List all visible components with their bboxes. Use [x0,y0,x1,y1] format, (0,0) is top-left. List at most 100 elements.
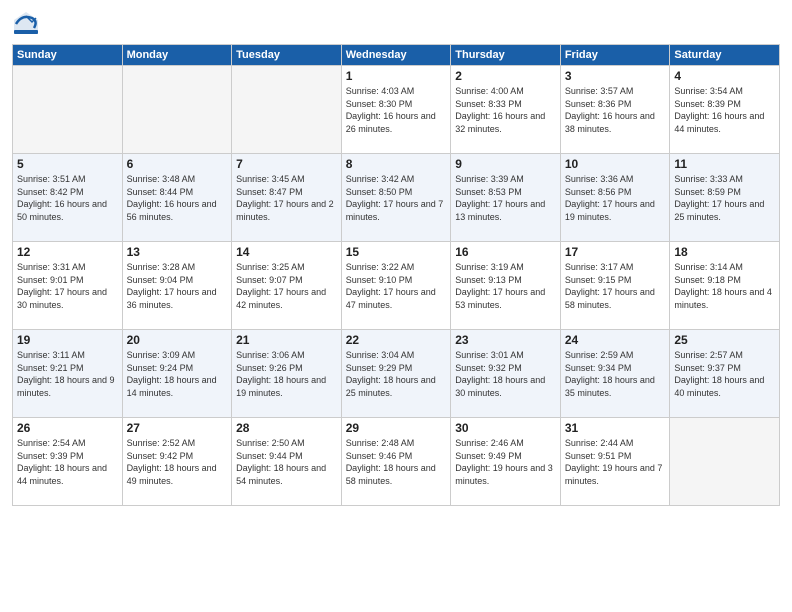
calendar-cell: 20 Sunrise: 3:09 AMSunset: 9:24 PMDayligh… [122,330,232,418]
calendar-cell: 26 Sunrise: 2:54 AMSunset: 9:39 PMDayligh… [13,418,123,506]
day-number: 3 [565,69,666,83]
weekday-header-tuesday: Tuesday [232,45,342,66]
calendar-week-row: 5Sunrise: 3:51 AMSunset: 8:42 PMDaylight… [13,154,780,242]
calendar-cell: 18 Sunrise: 3:14 AMSunset: 9:18 PMDayligh… [670,242,780,330]
calendar-week-row: 1 Sunrise: 4:03 AMSunset: 8:30 PMDaylight… [13,66,780,154]
day-number: 24 [565,333,666,347]
calendar-cell: 5Sunrise: 3:51 AMSunset: 8:42 PMDaylight… [13,154,123,242]
cell-content: Sunrise: 3:54 AMSunset: 8:39 PMDaylight:… [674,85,775,135]
calendar-cell: 2 Sunrise: 4:00 AMSunset: 8:33 PMDaylight… [451,66,561,154]
day-number: 12 [17,245,118,259]
weekday-header-saturday: Saturday [670,45,780,66]
day-number: 5 [17,157,118,171]
cell-content: Sunrise: 2:52 AMSunset: 9:42 PMDaylight:… [127,437,228,487]
weekday-header-monday: Monday [122,45,232,66]
cell-content: Sunrise: 3:14 AMSunset: 9:18 PMDaylight:… [674,261,775,311]
weekday-header-friday: Friday [560,45,670,66]
day-number: 27 [127,421,228,435]
day-number: 26 [17,421,118,435]
calendar-cell: 11Sunrise: 3:33 AMSunset: 8:59 PMDayligh… [670,154,780,242]
calendar-cell: 24 Sunrise: 2:59 AMSunset: 9:34 PMDayligh… [560,330,670,418]
calendar-cell: 23Sunrise: 3:01 AMSunset: 9:32 PMDayligh… [451,330,561,418]
calendar-cell: 19 Sunrise: 3:11 AMSunset: 9:21 PMDayligh… [13,330,123,418]
weekday-header-row: SundayMondayTuesdayWednesdayThursdayFrid… [13,45,780,66]
calendar-cell: 10 Sunrise: 3:36 AMSunset: 8:56 PMDayligh… [560,154,670,242]
day-number: 13 [127,245,228,259]
cell-content: Sunrise: 3:25 AMSunset: 9:07 PMDaylight:… [236,261,337,311]
cell-content: Sunrise: 3:48 AMSunset: 8:44 PMDaylight:… [127,173,228,223]
cell-content: Sunrise: 3:22 AMSunset: 9:10 PMDaylight:… [346,261,447,311]
day-number: 1 [346,69,447,83]
day-number: 20 [127,333,228,347]
weekday-header-wednesday: Wednesday [341,45,451,66]
calendar-cell: 7 Sunrise: 3:45 AMSunset: 8:47 PMDaylight… [232,154,342,242]
day-number: 29 [346,421,447,435]
calendar-cell: 30Sunrise: 2:46 AMSunset: 9:49 PMDayligh… [451,418,561,506]
cell-content: Sunrise: 3:04 AMSunset: 9:29 PMDaylight:… [346,349,447,399]
day-number: 17 [565,245,666,259]
calendar-cell: 9Sunrise: 3:39 AMSunset: 8:53 PMDaylight… [451,154,561,242]
cell-content: Sunrise: 4:03 AMSunset: 8:30 PMDaylight:… [346,85,447,135]
day-number: 18 [674,245,775,259]
calendar-cell [232,66,342,154]
calendar-cell: 8Sunrise: 3:42 AMSunset: 8:50 PMDaylight… [341,154,451,242]
day-number: 23 [455,333,556,347]
weekday-header-sunday: Sunday [13,45,123,66]
calendar-cell: 17 Sunrise: 3:17 AMSunset: 9:15 PMDayligh… [560,242,670,330]
day-number: 21 [236,333,337,347]
calendar-cell: 22 Sunrise: 3:04 AMSunset: 9:29 PMDayligh… [341,330,451,418]
cell-content: Sunrise: 3:17 AMSunset: 9:15 PMDaylight:… [565,261,666,311]
cell-content: Sunrise: 2:50 AMSunset: 9:44 PMDaylight:… [236,437,337,487]
calendar-cell: 14 Sunrise: 3:25 AMSunset: 9:07 PMDayligh… [232,242,342,330]
day-number: 6 [127,157,228,171]
calendar-cell: 16 Sunrise: 3:19 AMSunset: 9:13 PMDayligh… [451,242,561,330]
day-number: 22 [346,333,447,347]
cell-content: Sunrise: 3:42 AMSunset: 8:50 PMDaylight:… [346,173,447,223]
calendar-cell: 31 Sunrise: 2:44 AMSunset: 9:51 PMDayligh… [560,418,670,506]
calendar-cell [670,418,780,506]
cell-content: Sunrise: 2:46 AMSunset: 9:49 PMDaylight:… [455,437,556,487]
calendar-cell: 25 Sunrise: 2:57 AMSunset: 9:37 PMDayligh… [670,330,780,418]
cell-content: Sunrise: 2:48 AMSunset: 9:46 PMDaylight:… [346,437,447,487]
day-number: 11 [674,157,775,171]
day-number: 16 [455,245,556,259]
calendar-cell: 3 Sunrise: 3:57 AMSunset: 8:36 PMDaylight… [560,66,670,154]
calendar-cell: 28 Sunrise: 2:50 AMSunset: 9:44 PMDayligh… [232,418,342,506]
day-number: 14 [236,245,337,259]
cell-content: Sunrise: 2:57 AMSunset: 9:37 PMDaylight:… [674,349,775,399]
weekday-header-thursday: Thursday [451,45,561,66]
cell-content: Sunrise: 3:06 AMSunset: 9:26 PMDaylight:… [236,349,337,399]
cell-content: Sunrise: 2:54 AMSunset: 9:39 PMDaylight:… [17,437,118,487]
calendar-cell: 21 Sunrise: 3:06 AMSunset: 9:26 PMDayligh… [232,330,342,418]
calendar-table: SundayMondayTuesdayWednesdayThursdayFrid… [12,44,780,506]
logo [12,10,44,38]
calendar-cell: 4 Sunrise: 3:54 AMSunset: 8:39 PMDaylight… [670,66,780,154]
calendar-week-row: 19 Sunrise: 3:11 AMSunset: 9:21 PMDayligh… [13,330,780,418]
cell-content: Sunrise: 3:36 AMSunset: 8:56 PMDaylight:… [565,173,666,223]
day-number: 31 [565,421,666,435]
calendar-cell: 12 Sunrise: 3:31 AMSunset: 9:01 PMDayligh… [13,242,123,330]
header [12,10,780,38]
calendar-week-row: 12 Sunrise: 3:31 AMSunset: 9:01 PMDayligh… [13,242,780,330]
cell-content: Sunrise: 3:39 AMSunset: 8:53 PMDaylight:… [455,173,556,223]
cell-content: Sunrise: 2:59 AMSunset: 9:34 PMDaylight:… [565,349,666,399]
cell-content: Sunrise: 3:57 AMSunset: 8:36 PMDaylight:… [565,85,666,135]
calendar-week-row: 26 Sunrise: 2:54 AMSunset: 9:39 PMDayligh… [13,418,780,506]
day-number: 10 [565,157,666,171]
cell-content: Sunrise: 3:09 AMSunset: 9:24 PMDaylight:… [127,349,228,399]
calendar-cell [122,66,232,154]
day-number: 7 [236,157,337,171]
cell-content: Sunrise: 3:31 AMSunset: 9:01 PMDaylight:… [17,261,118,311]
cell-content: Sunrise: 3:45 AMSunset: 8:47 PMDaylight:… [236,173,337,223]
cell-content: Sunrise: 3:11 AMSunset: 9:21 PMDaylight:… [17,349,118,399]
day-number: 25 [674,333,775,347]
day-number: 19 [17,333,118,347]
day-number: 2 [455,69,556,83]
cell-content: Sunrise: 4:00 AMSunset: 8:33 PMDaylight:… [455,85,556,135]
day-number: 15 [346,245,447,259]
cell-content: Sunrise: 3:28 AMSunset: 9:04 PMDaylight:… [127,261,228,311]
cell-content: Sunrise: 2:44 AMSunset: 9:51 PMDaylight:… [565,437,666,487]
day-number: 4 [674,69,775,83]
cell-content: Sunrise: 3:19 AMSunset: 9:13 PMDaylight:… [455,261,556,311]
day-number: 28 [236,421,337,435]
